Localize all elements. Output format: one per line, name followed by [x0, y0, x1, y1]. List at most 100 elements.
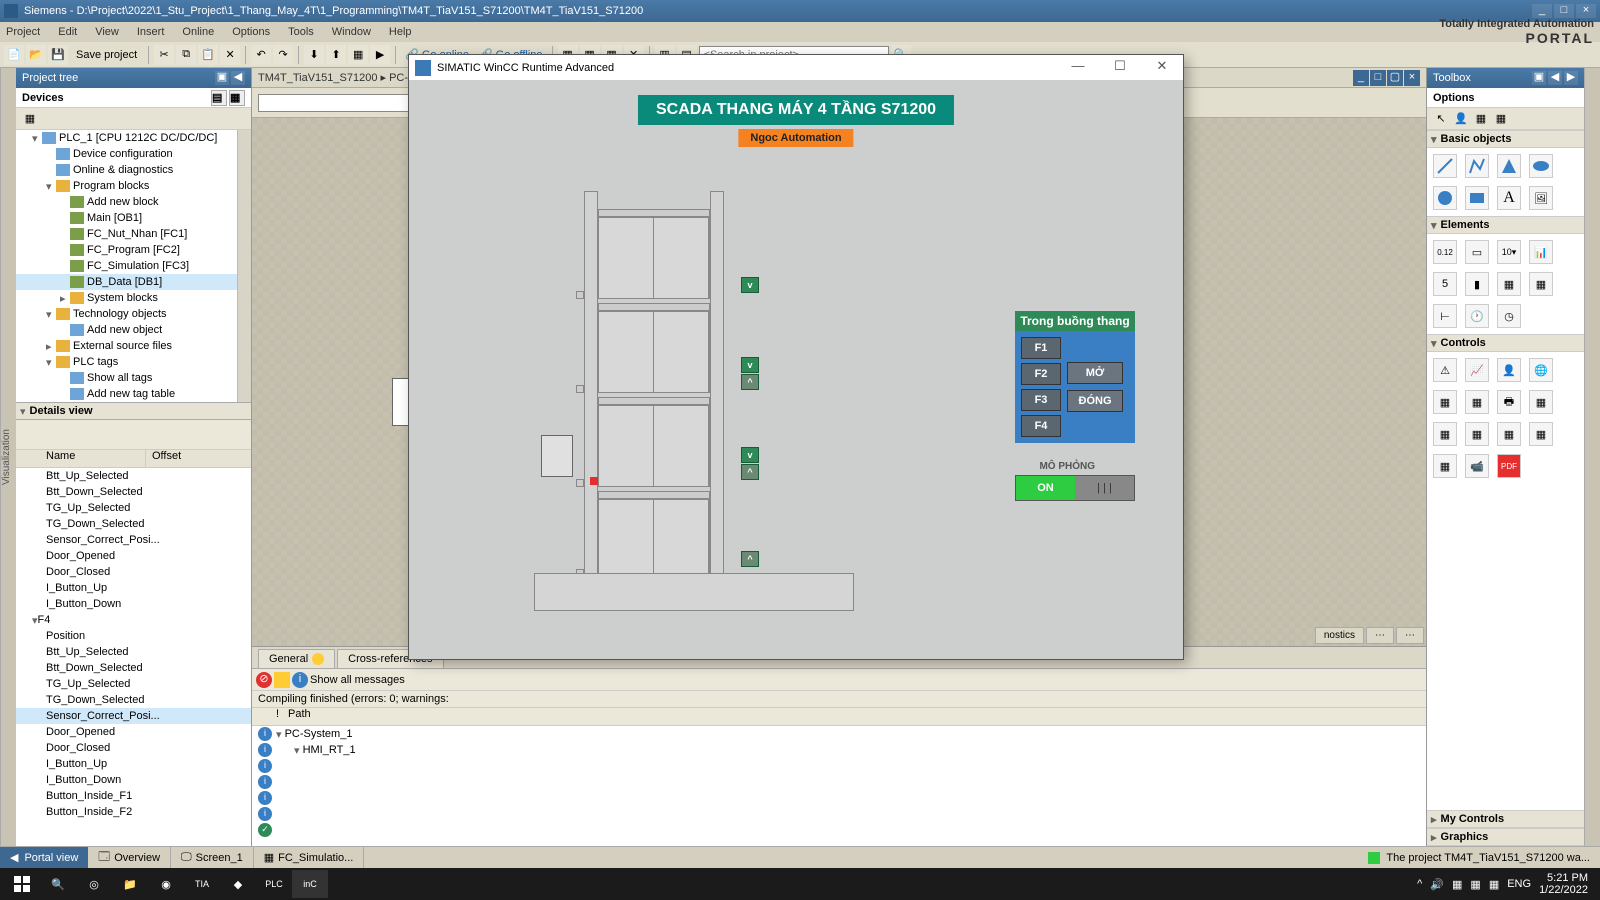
- project-tree[interactable]: ▾PLC_1 [CPU 1212C DC/DC/DC]Device config…: [16, 130, 237, 402]
- detail-row[interactable]: Door_Opened: [16, 548, 251, 564]
- ctrl-12[interactable]: ▦: [1529, 422, 1553, 446]
- datetime-icon[interactable]: 5: [1433, 272, 1457, 296]
- camera-icon[interactable]: 📹: [1465, 454, 1489, 478]
- section-graphics[interactable]: ▸Graphics: [1427, 828, 1584, 846]
- cabin-f2-button[interactable]: F2: [1021, 363, 1061, 385]
- floor1-up-button[interactable]: ^: [741, 551, 759, 567]
- user-icon[interactable]: 👤: [1497, 358, 1521, 382]
- portal-view-button[interactable]: ◀ Portal view: [0, 847, 88, 868]
- runtime-titlebar[interactable]: SIMATIC WinCC Runtime Advanced — ☐ ✕: [409, 55, 1183, 81]
- details-list[interactable]: Btt_Up_SelectedBtt_Down_SelectedTG_Up_Se…: [16, 468, 251, 846]
- print-icon[interactable]: 🖶: [1497, 390, 1521, 414]
- detail-row[interactable]: Btt_Up_Selected: [16, 468, 251, 484]
- text-icon[interactable]: A: [1497, 186, 1521, 210]
- detail-row[interactable]: Door_Closed: [16, 740, 251, 756]
- runtime-minimize-button[interactable]: —: [1063, 58, 1093, 78]
- toolbox-nav2-icon[interactable]: ▶: [1564, 71, 1578, 85]
- delete-icon[interactable]: ✕: [220, 45, 240, 65]
- tree-item[interactable]: FC_Program [FC2]: [16, 242, 237, 258]
- detail-row[interactable]: Button_Inside_F2: [16, 804, 251, 820]
- detail-row[interactable]: Position: [16, 628, 251, 644]
- diagnostics-tab[interactable]: nostics: [1315, 627, 1364, 644]
- tb-t-2[interactable]: 👤: [1451, 109, 1471, 129]
- menu-options[interactable]: Options: [232, 26, 270, 38]
- ctrl-8[interactable]: ▦: [1529, 390, 1553, 414]
- image-icon[interactable]: 🖼: [1529, 186, 1553, 210]
- tab-fc-simulation[interactable]: ▦ FC_Simulatio...: [254, 847, 365, 868]
- warning-filter-icon[interactable]: [274, 672, 290, 688]
- side-tab-3[interactable]: ⋯: [1396, 627, 1424, 644]
- graphic-io-icon[interactable]: 📊: [1529, 240, 1553, 264]
- side-tab-2[interactable]: ⋯: [1366, 627, 1394, 644]
- gauge-icon[interactable]: 🕐: [1465, 304, 1489, 328]
- detail-row[interactable]: TG_Up_Selected: [16, 676, 251, 692]
- tree-item[interactable]: FC_Simulation [FC3]: [16, 258, 237, 274]
- paste-icon[interactable]: 📋: [198, 45, 218, 65]
- wincc-ra-icon[interactable]: inC: [292, 870, 328, 898]
- editor-max-icon[interactable]: ▢: [1387, 70, 1403, 86]
- editor-restore-icon[interactable]: □: [1370, 70, 1386, 86]
- line-icon[interactable]: [1433, 154, 1457, 178]
- detail-row[interactable]: Btt_Up_Selected: [16, 644, 251, 660]
- task-app-5[interactable]: ◆: [220, 870, 256, 898]
- runtime-close-button[interactable]: ✕: [1147, 58, 1177, 78]
- door-close-button[interactable]: ĐÓNG: [1067, 390, 1123, 412]
- language-indicator[interactable]: ENG: [1507, 878, 1531, 890]
- tray-icon-1[interactable]: ▦: [1452, 878, 1462, 891]
- tree-tool-icon[interactable]: ▦: [20, 109, 40, 129]
- tray-icon-2[interactable]: ▦: [1470, 878, 1480, 891]
- details-view-header[interactable]: ▾Details view: [16, 402, 251, 420]
- cut-icon[interactable]: ✂: [154, 45, 174, 65]
- cabin-f4-button[interactable]: F4: [1021, 415, 1061, 437]
- tree-item[interactable]: ▸System blocks: [16, 290, 237, 306]
- floor3-up-button[interactable]: ^: [741, 374, 759, 390]
- show-all-messages[interactable]: Show all messages: [310, 674, 405, 686]
- tab-general[interactable]: General: [258, 649, 335, 668]
- tree-item[interactable]: Add new block: [16, 194, 237, 210]
- floor4-down-button[interactable]: v: [741, 277, 759, 293]
- tree-item[interactable]: Show all tags: [16, 370, 237, 386]
- alarm-icon[interactable]: ⚠: [1433, 358, 1457, 382]
- section-my-controls[interactable]: ▸My Controls: [1427, 810, 1584, 828]
- tree-item[interactable]: ▾Technology objects: [16, 306, 237, 322]
- switch-icon[interactable]: ▦: [1497, 272, 1521, 296]
- upload-icon[interactable]: ▦: [348, 45, 368, 65]
- msg-row[interactable]: i: [252, 806, 1426, 822]
- font-select[interactable]: [258, 94, 418, 112]
- editor-close-icon[interactable]: ×: [1404, 70, 1420, 86]
- toolbox-nav-icon[interactable]: ◀: [1548, 71, 1562, 85]
- floor2-up-button[interactable]: ^: [741, 464, 759, 480]
- file-explorer-icon[interactable]: 📁: [112, 870, 148, 898]
- trend-icon[interactable]: 📈: [1465, 358, 1489, 382]
- ctrl-9[interactable]: ▦: [1433, 422, 1457, 446]
- panel-collapse-icon[interactable]: ◀: [231, 71, 245, 85]
- tree-item[interactable]: Online & diagnostics: [16, 162, 237, 178]
- ctrl-13[interactable]: ▦: [1433, 454, 1457, 478]
- open-icon[interactable]: 📂: [26, 45, 46, 65]
- view-list-icon[interactable]: ▤: [211, 90, 227, 106]
- redo-icon[interactable]: ↷: [273, 45, 293, 65]
- msg-row[interactable]: i▾ HMI_RT_1: [252, 742, 1426, 758]
- slider-icon[interactable]: ⊢: [1433, 304, 1457, 328]
- symbol-lib-icon[interactable]: ▦: [1529, 272, 1553, 296]
- runtime-maximize-button[interactable]: ☐: [1105, 58, 1135, 78]
- pdf-icon[interactable]: PDF: [1497, 454, 1521, 478]
- cabin-f3-button[interactable]: F3: [1021, 389, 1061, 411]
- io-field-icon[interactable]: 0.12: [1433, 240, 1457, 264]
- clock-icon[interactable]: ◷: [1497, 304, 1521, 328]
- close-button[interactable]: ×: [1576, 4, 1596, 18]
- detail-row[interactable]: Door_Closed: [16, 564, 251, 580]
- symbolic-io-icon[interactable]: 10▾: [1497, 240, 1521, 264]
- ctrl-6[interactable]: ▦: [1465, 390, 1489, 414]
- tree-item[interactable]: ▾PLC_1 [CPU 1212C DC/DC/DC]: [16, 130, 237, 146]
- detail-row[interactable]: ▾ F4: [16, 612, 251, 628]
- view-grid-icon[interactable]: ▦: [229, 90, 245, 106]
- door-open-button[interactable]: MỞ: [1067, 362, 1123, 384]
- pointer-icon[interactable]: ↖: [1431, 109, 1451, 129]
- tree-item[interactable]: Main [OB1]: [16, 210, 237, 226]
- simulation-on-button[interactable]: ON: [1016, 476, 1075, 500]
- detail-row[interactable]: Door_Opened: [16, 724, 251, 740]
- detail-row[interactable]: Btt_Down_Selected: [16, 484, 251, 500]
- editor-minimize-icon[interactable]: _: [1353, 70, 1369, 86]
- task-app-1[interactable]: ◎: [76, 870, 112, 898]
